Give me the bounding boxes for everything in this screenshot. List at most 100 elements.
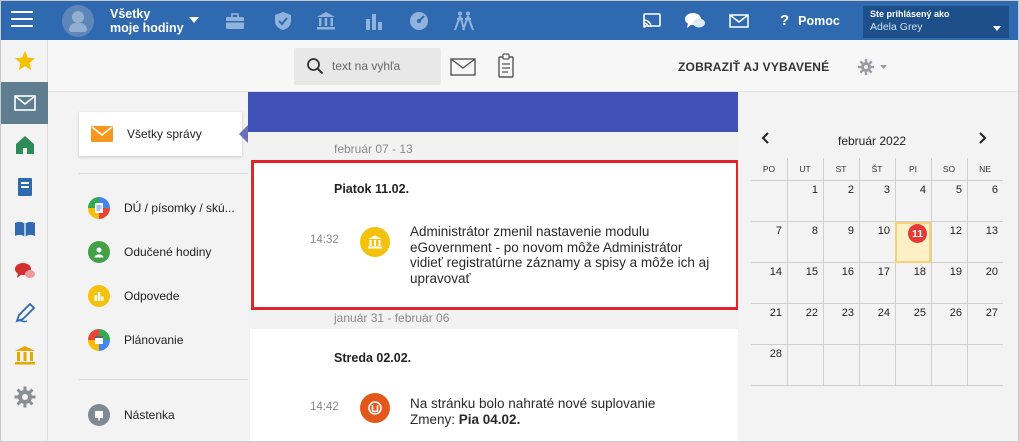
calendar-day[interactable]: 19 — [931, 263, 967, 304]
day-title: Streda 02.02. — [334, 351, 412, 365]
calendar-day[interactable]: 2 — [823, 181, 859, 222]
bank-icon — [360, 227, 390, 257]
user-menu[interactable]: Ste prihlásený ako Adela Grey — [863, 6, 1009, 38]
person-icon — [88, 241, 110, 263]
show-equipped-button[interactable]: ZOBRAZIŤ AJ VYBAVENÉ — [678, 60, 829, 74]
calendar-day[interactable]: 20 — [967, 263, 1003, 304]
calendar-panel: február 2022 PO UT ST ŠT PI SO NE 1 2 3 4 5 6 7 8 9 10 11… — [738, 92, 1018, 441]
week-label: január 31 - február 06 — [334, 311, 450, 325]
bank-icon[interactable] — [315, 10, 337, 32]
calendar-day[interactable]: 4 — [895, 181, 931, 222]
pencil-icon — [15, 302, 35, 323]
envelope-icon[interactable] — [728, 10, 750, 32]
chevron-left-icon[interactable] — [758, 130, 774, 146]
clipboard-icon[interactable] — [498, 53, 514, 79]
search-box[interactable] — [294, 48, 441, 85]
category-planning[interactable]: Plánovanie — [88, 326, 183, 354]
message-time: 14:32 — [310, 234, 339, 246]
help-button[interactable]: ? Pomoc — [780, 12, 840, 29]
running-people-icon[interactable] — [453, 10, 475, 32]
calendar-day[interactable]: 15 — [787, 263, 823, 304]
calendar-day[interactable]: 25 — [895, 304, 931, 345]
rail-notebook[interactable] — [1, 166, 48, 208]
changes-label: Zmeny: — [410, 411, 459, 427]
rail-home[interactable] — [1, 124, 48, 166]
homework-icon — [88, 197, 110, 219]
chevron-down-icon[interactable] — [189, 17, 199, 23]
calendar-day[interactable]: 26 — [931, 304, 967, 345]
new-message-icon[interactable] — [450, 57, 476, 77]
category-label: DÚ / písomky / skú... — [124, 201, 235, 215]
briefcase-icon[interactable] — [224, 10, 246, 32]
calendar-day[interactable]: 17 — [859, 263, 895, 304]
chat-icon — [14, 263, 35, 278]
grid-line — [751, 385, 1003, 386]
calendar-day[interactable]: 8 — [787, 222, 823, 263]
calendar-day[interactable]: 7 — [751, 222, 787, 263]
calendar-day[interactable]: 27 — [967, 304, 1003, 345]
mail-icon — [91, 126, 113, 142]
calendar-day[interactable]: 22 — [787, 304, 823, 345]
calendar-icon — [88, 329, 110, 351]
message-text: Na stránku bolo nahraté nové suplovanie — [410, 396, 656, 411]
category-label: Plánovanie — [124, 333, 184, 347]
weekday-header: PI — [908, 164, 918, 174]
search-input[interactable] — [332, 57, 432, 75]
calendar-month: február 2022 — [838, 134, 907, 148]
left-icon-rail — [1, 40, 48, 441]
settings-dropdown[interactable] — [856, 57, 892, 77]
calendar-day[interactable]: 23 — [823, 304, 859, 345]
weekday-header: ŠT — [871, 164, 883, 174]
calendar-day[interactable]: 24 — [859, 304, 895, 345]
feed-header-band — [248, 92, 738, 132]
chevron-down-icon — [993, 26, 1001, 31]
class-selector[interactable]: Všetky moje hodiny — [110, 7, 184, 35]
speedometer-icon[interactable] — [408, 10, 430, 32]
category-noticeboard[interactable]: Nástenka — [88, 401, 175, 429]
chat-bubbles-icon[interactable] — [684, 10, 706, 32]
class-avatar[interactable] — [62, 5, 94, 37]
calendar-day[interactable]: 12 — [931, 222, 967, 263]
rail-chat[interactable] — [1, 250, 48, 292]
calendar-day[interactable]: 1 — [787, 181, 823, 222]
rail-settings[interactable] — [1, 376, 48, 418]
category-homework[interactable]: DÚ / písomky / skú... — [88, 194, 235, 222]
rail-favorites[interactable] — [1, 40, 48, 82]
calendar-day[interactable]: 18 — [895, 263, 931, 304]
calendar-day[interactable]: 5 — [931, 181, 967, 222]
calendar-day[interactable]: 16 — [823, 263, 859, 304]
calendar-day[interactable]: 28 — [751, 345, 787, 386]
category-label: Nástenka — [124, 408, 175, 422]
rail-administration[interactable] — [1, 334, 48, 376]
category-all-messages[interactable]: Všetky správy — [79, 112, 242, 156]
user-label: Ste prihlásený ako — [870, 9, 950, 19]
message-item[interactable]: Administrátor zmenil nastavenie modulu e… — [410, 224, 710, 286]
calendar-day-today[interactable]: 11 — [895, 222, 931, 263]
menu-icon[interactable] — [11, 11, 33, 29]
calendar-day[interactable]: 14 — [751, 263, 787, 304]
rail-lessons[interactable] — [1, 208, 48, 250]
gear-icon — [858, 59, 887, 75]
calendar-day[interactable]: 9 — [823, 222, 859, 263]
category-answers[interactable]: Odpovede — [88, 282, 179, 310]
calendar-day[interactable]: 6 — [967, 181, 1003, 222]
message-item[interactable]: Na stránku bolo nahraté nové suplovanie … — [410, 396, 710, 427]
calendar-day[interactable]: 21 — [751, 304, 787, 345]
search-icon[interactable] — [306, 57, 324, 75]
rail-messages[interactable] — [1, 82, 48, 124]
calendar-day[interactable]: 10 — [859, 222, 895, 263]
shield-icon[interactable] — [272, 10, 294, 32]
weekday-header: NE — [979, 164, 991, 174]
help-icon: ? — [780, 12, 790, 29]
calendar-day[interactable]: 3 — [859, 181, 895, 222]
message-feed: február 07 - 13 Piatok 11.02. 14:32 Admi… — [248, 92, 738, 441]
calendar-day[interactable]: 13 — [967, 222, 1003, 263]
rail-edit[interactable] — [1, 292, 48, 334]
substitution-icon — [360, 393, 390, 423]
divider — [79, 379, 248, 380]
bar-chart-icon[interactable] — [363, 10, 385, 32]
category-lessons[interactable]: Odučené hodiny — [88, 238, 211, 266]
chevron-right-icon[interactable] — [974, 130, 990, 146]
cast-icon[interactable] — [641, 10, 663, 32]
star-icon — [14, 51, 35, 70]
